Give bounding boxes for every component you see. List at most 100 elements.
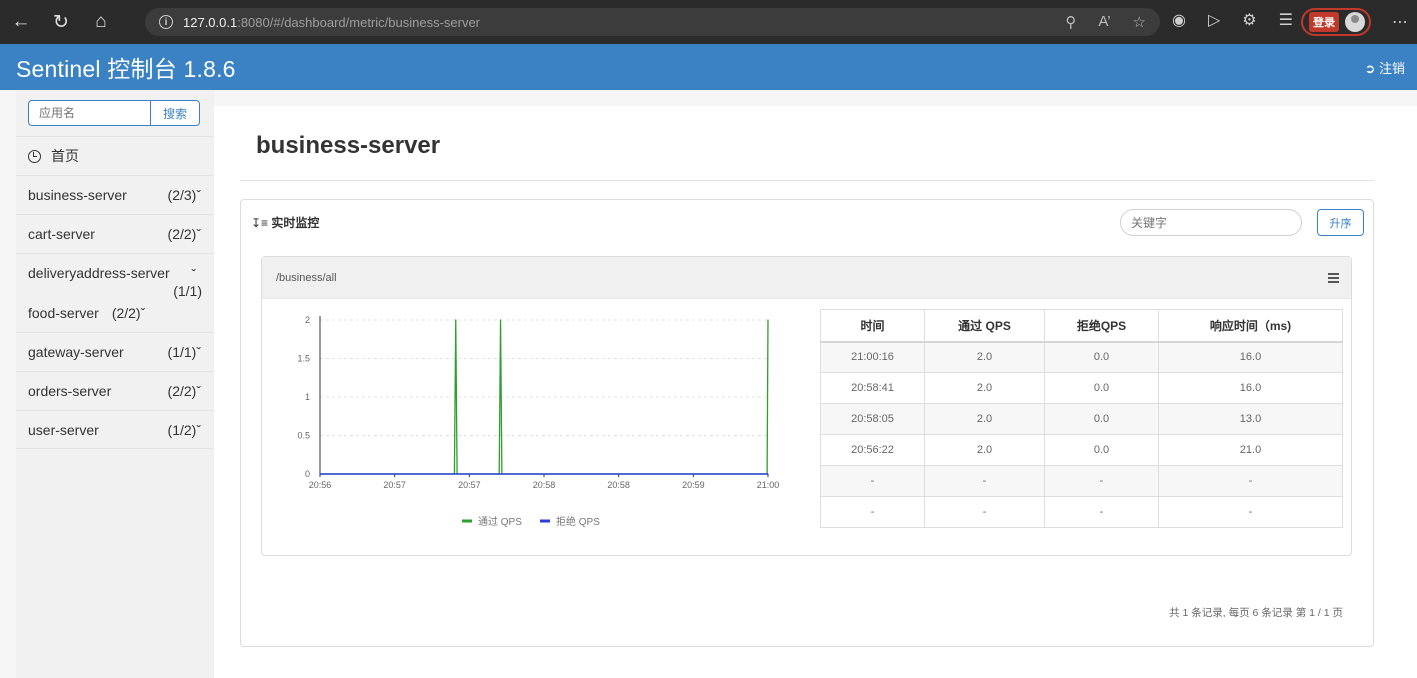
sidebar-item-count: (2/2)ˇ [111, 304, 146, 321]
y-tick-label: 1.5 [297, 354, 310, 364]
sidebar-item-label: food-server [28, 304, 99, 321]
table-row: 20:58:05 2.0 0.0 13.0 [820, 403, 1343, 435]
table-header: 响应时间（ms) [1158, 309, 1343, 343]
sidebar-item-count: (1/1)ˇ [167, 344, 201, 360]
table-row: 21:00:16 2.0 0.0 16.0 [820, 341, 1343, 373]
table-row: ---- [820, 496, 1343, 528]
y-tick-label: 0.5 [297, 431, 310, 441]
favorite-icon[interactable]: ☆ [1133, 13, 1146, 31]
table-cell: 2.0 [924, 403, 1045, 435]
table-cell: - [820, 496, 925, 528]
sidebar-item-home[interactable]: 首页 [16, 136, 214, 175]
avatar [1345, 12, 1365, 32]
browser-toolbar: ← ↻ ⌂ i 127.0.0.1 :8080/#/dashboard/metr… [0, 0, 1417, 44]
logout-icon: ➲ [1364, 61, 1376, 76]
back-icon[interactable]: ← [6, 7, 36, 37]
sidebar-item-count: (1/2)ˇ [167, 421, 201, 438]
monitor-heading: ↧≡ 实时监控 [251, 214, 319, 231]
sidebar-item-count: (2/2)ˇ [167, 226, 201, 242]
y-tick-label: 1 [305, 392, 310, 402]
sidebar-item-food-server[interactable]: food-server (2/2)ˇ [16, 293, 214, 332]
puzzle-icon[interactable]: ⚙ [1242, 10, 1256, 30]
sidebar-item-label: cart-server [28, 226, 95, 242]
y-tick-label: 2 [305, 315, 310, 325]
table-cell: 20:58:05 [820, 403, 925, 435]
favorites-list-icon[interactable]: ☰ [1279, 10, 1293, 30]
x-tick-label: 20:57 [458, 480, 481, 490]
url-host: 127.0.0.1 [183, 14, 238, 30]
table-header: 时间 [820, 309, 925, 343]
metrics-table: 时间 通过 QPS 拒绝QPS 响应时间（ms) 21:00:16 2.0 0.0 1… [820, 309, 1343, 528]
table-row: 20:58:41 2.0 0.0 16.0 [820, 372, 1343, 404]
sidebar-item-deliveryaddress-server[interactable]: deliveryaddress-server ˇ (1/1) [16, 253, 214, 299]
sidebar-item-cart-server[interactable]: cart-server (2/2)ˇ [16, 214, 214, 253]
sidebar-item-label: 首页 [51, 148, 79, 164]
realtime-monitor-panel: ↧≡ 实时监控 升序 /business/all 21.510.5020:562… [240, 199, 1374, 647]
app-search-row: 搜索 [16, 90, 214, 136]
table-header: 拒绝QPS [1044, 309, 1159, 343]
legend-label: 拒绝 QPS [556, 515, 600, 528]
chevron-down-icon: ˇ [196, 383, 201, 399]
table-cell: 16.0 [1158, 372, 1343, 404]
menu-icon[interactable] [1328, 273, 1339, 285]
home-icon[interactable]: ⌂ [86, 7, 116, 37]
sort-asc-button[interactable]: 升序 [1317, 209, 1364, 236]
table-cell: 13.0 [1158, 403, 1343, 435]
table-cell: - [1044, 465, 1159, 497]
logout-button[interactable]: ➲ 注销 [1364, 58, 1405, 77]
table-cell: 21.0 [1158, 434, 1343, 466]
table-cell: 21:00:16 [820, 341, 925, 373]
resource-name: /business/all [276, 272, 337, 284]
play-icon[interactable]: ▷ [1208, 10, 1220, 30]
sort-icon: ↧≡ [251, 216, 269, 230]
sidebar-item-label: orders-server [28, 383, 112, 399]
search-button[interactable]: 搜索 [150, 100, 200, 126]
legend-label: 通过 QPS [478, 515, 522, 528]
data-point [767, 473, 769, 475]
sidebar-item-business-server[interactable]: business-server (2/3)ˇ [16, 175, 214, 214]
table-row: 20:56:22 2.0 0.0 21.0 [820, 434, 1343, 466]
table-cell: 20:58:41 [820, 372, 925, 404]
chevron-down-icon: ˇ [196, 421, 201, 438]
app-search-input[interactable] [28, 100, 150, 126]
address-bar[interactable]: i 127.0.0.1 :8080/#/dashboard/metric/bus… [145, 8, 1160, 36]
data-point [767, 319, 769, 321]
login-button[interactable]: 登录 [1301, 8, 1371, 36]
table-cell: 0.0 [1044, 403, 1159, 435]
pagination-summary: 共 1 条记录, 每页 6 条记录 第 1 / 1 页 [1169, 607, 1343, 619]
keyword-search-input[interactable] [1120, 209, 1302, 236]
table-body: 21:00:16 2.0 0.0 16.0 20:58:41 2.0 0.0 16.0 20:5… [820, 341, 1343, 528]
data-point [319, 473, 321, 475]
search-icon[interactable]: ⚲ [1065, 13, 1076, 31]
chevron-down-icon: ˇ [196, 187, 201, 203]
sidebar-item-count: (2/2)ˇ [167, 383, 201, 399]
chevron-down-icon: ˇ [196, 344, 201, 360]
clock-icon [28, 149, 41, 163]
chevron-down-icon: ˇ [140, 304, 146, 321]
chevron-down-icon: ˇ [196, 226, 201, 242]
sidebar-item-orders-server[interactable]: orders-server (2/2)ˇ [16, 371, 214, 410]
more-icon[interactable]: ⋯ [1392, 12, 1408, 32]
qps-line-chart: 2 1.5 1 0.5 020:56 20:57 20:57 20:58 20:58 20:59 2… [297, 315, 779, 528]
resource-card: /business/all 2 1.5 1 0.5 0 20:56 20:57 20:57 20… [261, 256, 1352, 556]
reload-icon[interactable]: ↻ [46, 7, 76, 37]
sidebar-item-gateway-server[interactable]: gateway-server (1/1)ˇ [16, 332, 214, 371]
x-tick-label: 20:59 [682, 480, 705, 490]
table-cell: - [924, 465, 1045, 497]
table-cell: 2.0 [924, 372, 1045, 404]
table-header: 通过 QPS [924, 309, 1045, 343]
data-point [455, 319, 457, 321]
sidebar-item-user-server[interactable]: user-server (1/2)ˇ [16, 410, 214, 449]
read-aloud-icon[interactable]: A’ [1098, 13, 1110, 31]
logout-label: 注销 [1378, 61, 1405, 76]
table-header-row: 时间 通过 QPS 拒绝QPS 响应时间（ms) [820, 309, 1343, 343]
sidebar-item-label: user-server [28, 421, 99, 438]
table-cell: - [1158, 465, 1343, 497]
table-cell: - [1158, 496, 1343, 528]
resource-card-header: /business/all [262, 257, 1351, 299]
table-cell: - [820, 465, 925, 497]
info-icon[interactable]: i [159, 15, 173, 29]
app-title: Sentinel 控制台 1.8.6 [16, 56, 236, 82]
extension-icon[interactable]: ◉ [1172, 10, 1186, 30]
table-cell: 16.0 [1158, 341, 1343, 373]
